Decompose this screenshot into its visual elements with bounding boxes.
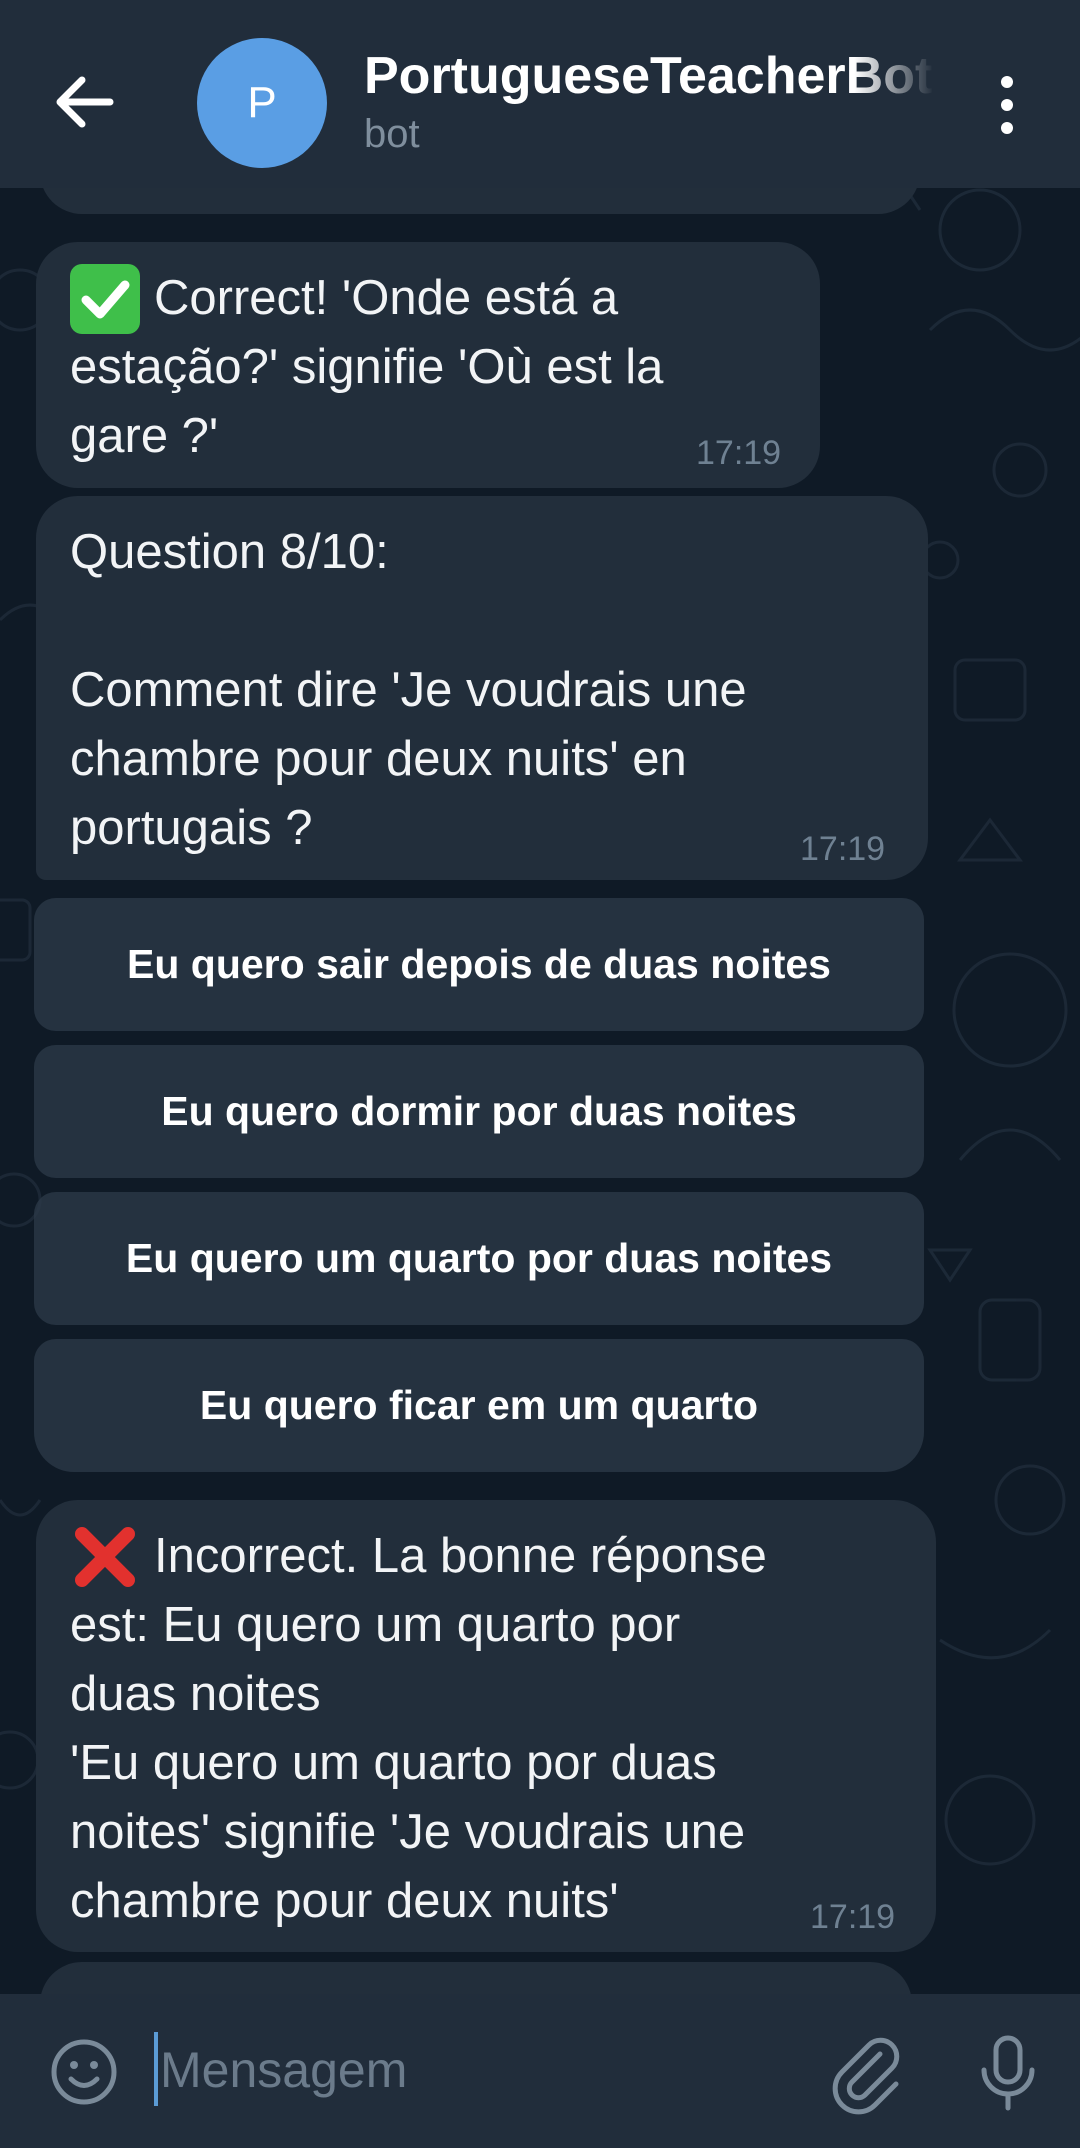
microphone-icon — [981, 2035, 1035, 2111]
answer-option-button[interactable]: Eu quero sair depois de duas noites — [34, 898, 924, 1031]
avatar[interactable]: P — [197, 38, 327, 168]
message-time: 17:19 — [810, 1898, 896, 1936]
avatar-letter: P — [247, 78, 277, 127]
message-bubble-correct: Correct! 'Onde está a estação?' signifie… — [36, 242, 820, 488]
text-caret — [154, 2032, 158, 2106]
message-bubble-incorrect: Incorrect. La bonne réponse est: Eu quer… — [36, 1500, 936, 1952]
message-time: 17:19 — [800, 830, 886, 868]
chat-header: P PortugueseTeacherBot bot — [0, 0, 1080, 188]
answer-option-button[interactable]: Eu quero ficar em um quarto — [34, 1339, 924, 1472]
back-button[interactable] — [44, 62, 124, 142]
chat-title[interactable]: PortugueseTeacherBot — [364, 46, 934, 106]
paperclip-icon — [832, 2037, 900, 2115]
voice-message-button[interactable] — [968, 2028, 1048, 2118]
message-input-bar — [0, 1994, 1080, 2148]
arrow-left-icon — [56, 76, 114, 128]
more-vertical-icon — [1001, 76, 1013, 134]
message-time: 17:19 — [696, 434, 782, 472]
message-input[interactable] — [160, 2030, 780, 2110]
answer-option-button[interactable]: Eu quero um quarto por duas noites — [34, 1192, 924, 1325]
attach-button[interactable] — [820, 2028, 910, 2118]
message-text: Incorrect. La bonne réponse est: Eu quer… — [70, 1529, 767, 1928]
answer-option-button[interactable]: Eu quero dormir por duas noites — [34, 1045, 924, 1178]
smiley-icon — [51, 2039, 117, 2105]
emoji-button[interactable] — [44, 2032, 124, 2112]
chat-subtitle: bot — [364, 112, 420, 156]
message-text: Question 8/10: Comment dire 'Je voudrais… — [70, 525, 747, 855]
message-bubble-question: Question 8/10: Comment dire 'Je voudrais… — [36, 496, 928, 880]
more-menu-button[interactable] — [985, 70, 1029, 140]
